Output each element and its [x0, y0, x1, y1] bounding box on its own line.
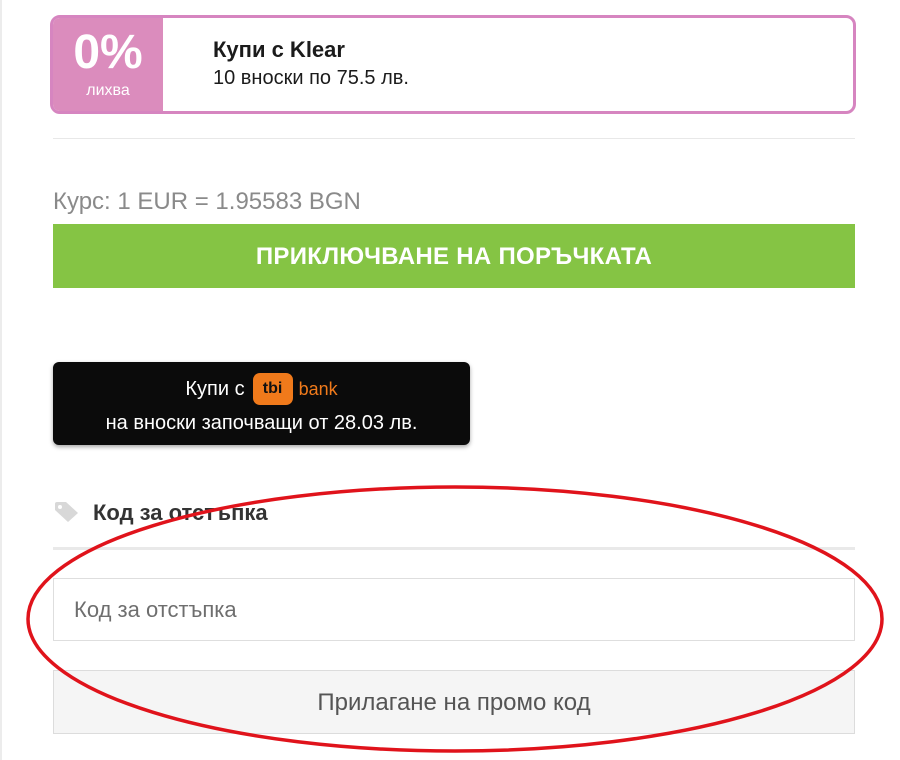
coupon-heading-title: Код за отстъпка: [93, 500, 268, 525]
coupon-divider: [53, 547, 855, 550]
tbi-buy-label: Купи с: [185, 377, 245, 400]
klear-interest-badge: 0% лихва: [53, 18, 163, 111]
klear-title: Купи с Klear: [213, 37, 345, 62]
tbi-logo-icon: tbi: [252, 372, 293, 405]
apply-promo-code-button[interactable]: Прилагане на промо код: [53, 670, 855, 734]
tag-icon: [55, 502, 78, 522]
exchange-rate-text: Курс: 1 EUR = 1.95583 BGN: [53, 188, 361, 215]
tbi-installments-text: на вноски започващи от 28.03 лв.: [105, 412, 418, 434]
klear-interest-percent: 0%: [73, 26, 143, 79]
tbi-bank-installments-button[interactable]: Купи с tbi bank на вноски започващи от 28.…: [53, 362, 470, 445]
checkout-sidebar: 0% лихва Купи с Klear 10 вноски по 75.5 …: [0, 0, 900, 760]
klear-interest-label: лихва: [86, 82, 130, 99]
klear-installments-card[interactable]: 0% лихва Купи с Klear 10 вноски по 75.5 …: [50, 15, 856, 114]
section-divider: [53, 138, 855, 139]
tbi-button-header: Купи с tbi bank: [53, 372, 470, 405]
tbi-bank-label: bank: [298, 378, 338, 399]
complete-order-button[interactable]: ПРИКЛЮЧВАНЕ НА ПОРЪЧКАТА: [53, 224, 855, 288]
coupon-code-input[interactable]: [53, 578, 855, 641]
left-border: [0, 0, 2, 760]
klear-installment-text: 10 вноски по 75.5 лв.: [213, 67, 409, 89]
